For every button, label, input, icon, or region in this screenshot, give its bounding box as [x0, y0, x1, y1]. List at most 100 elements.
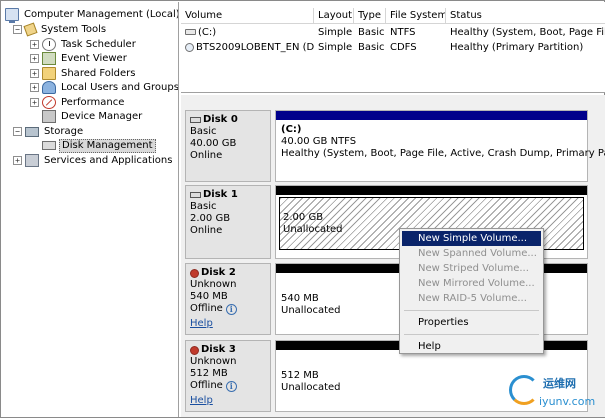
tree-item-label: Task Scheduler	[61, 39, 136, 50]
disk-2-help-link[interactable]: Help	[190, 318, 213, 329]
tree-item-label: System Tools	[41, 24, 107, 35]
tree-item-local-users[interactable]: + Local Users and Groups	[30, 80, 179, 95]
computer-icon	[5, 8, 19, 23]
disk-0-label[interactable]: Disk 0 Basic 40.00 GB Online	[185, 110, 271, 182]
disk-3-label[interactable]: Disk 3 Unknown 512 MB Offline i Help	[185, 340, 271, 412]
menu-item-help[interactable]: Help	[402, 339, 541, 354]
partition-status: Healthy (System, Boot, Page File, Active…	[281, 148, 605, 159]
watermark-logo-icon	[509, 375, 539, 405]
tree-item-label: Services and Applications	[44, 155, 173, 166]
tree-item-label: Local Users and Groups	[61, 82, 179, 93]
tree-item-label: Storage	[44, 126, 84, 137]
tree-item-event-viewer[interactable]: + Event Viewer	[30, 51, 129, 66]
volume-file-system: CDFS	[390, 42, 417, 53]
context-menu: New Simple Volume... New Spanned Volume.…	[399, 228, 544, 354]
device-manager-icon	[42, 110, 56, 123]
folder-icon	[42, 67, 56, 80]
menu-separator	[404, 334, 539, 335]
watermark-text: 运维网	[543, 377, 576, 390]
disk-size: 2.00 GB	[190, 213, 231, 224]
menu-item-properties[interactable]: Properties	[402, 315, 541, 330]
services-icon	[25, 154, 39, 167]
disk-icon	[190, 192, 201, 198]
tree-item-storage[interactable]: − Storage	[13, 124, 85, 139]
offline-disk-icon	[190, 345, 199, 355]
users-icon	[42, 81, 56, 94]
menu-item-new-spanned-volume[interactable]: New Spanned Volume...	[402, 246, 541, 261]
tree-item-shared-folders[interactable]: + Shared Folders	[30, 66, 138, 81]
expand-icon[interactable]: +	[30, 83, 39, 92]
info-icon[interactable]: i	[225, 380, 237, 392]
tree-item-label: Device Manager	[61, 111, 143, 122]
disk-name: Disk 1	[203, 189, 238, 200]
tree-item-label: Event Viewer	[61, 53, 127, 64]
menu-item-new-raid5-volume[interactable]: New RAID-5 Volume...	[402, 291, 541, 306]
menu-item-new-mirrored-volume[interactable]: New Mirrored Volume...	[402, 276, 541, 291]
tree-item-label: Disk Management	[59, 138, 156, 153]
collapse-icon[interactable]: −	[13, 25, 22, 34]
menu-item-new-striped-volume[interactable]: New Striped Volume...	[402, 261, 541, 276]
tree-item-label: Computer Management (Local)	[24, 9, 179, 20]
tree-item-computer-management[interactable]: Computer Management (Local)	[5, 7, 179, 23]
disk-2-label[interactable]: Disk 2 Unknown 540 MB Offline i Help	[185, 263, 271, 335]
expand-icon[interactable]: +	[30, 69, 39, 78]
partition-size: 2.00 GB	[283, 212, 324, 223]
primary-partition-bar	[276, 111, 587, 120]
disk-status: Offline	[190, 380, 223, 391]
column-header-volume[interactable]: Volume	[181, 8, 314, 24]
partition-title: (C:)	[281, 124, 302, 135]
volume-name: BTS2009LOBENT_EN (D:)	[196, 42, 314, 53]
cd-drive-icon	[185, 42, 194, 52]
expand-icon[interactable]: +	[13, 156, 22, 165]
disk-0-partition-c[interactable]: (C:) 40.00 GB NTFS Healthy (System, Boot…	[275, 110, 605, 182]
column-header-layout[interactable]: Layout	[314, 8, 354, 24]
disk-name: Disk 2	[201, 267, 236, 278]
disk-type: Basic	[190, 126, 217, 137]
disk-1-label[interactable]: Disk 1 Basic 2.00 GB Online	[185, 185, 271, 259]
column-header-type[interactable]: Type	[354, 8, 386, 24]
tree-item-services-applications[interactable]: + Services and Applications	[13, 153, 174, 168]
menu-item-new-simple-volume[interactable]: New Simple Volume...	[402, 231, 541, 246]
unallocated-bar	[276, 186, 587, 195]
disk-size: 512 MB	[190, 368, 228, 379]
tree-item-label: Performance	[61, 97, 125, 108]
tree-item-device-manager[interactable]: Device Manager	[30, 109, 144, 124]
expand-icon[interactable]: +	[30, 98, 39, 107]
tree-item-disk-management[interactable]: Disk Management	[30, 138, 156, 153]
performance-icon	[42, 96, 56, 109]
window-frame: Computer Management (Local) − System Too…	[0, 0, 605, 418]
expand-icon[interactable]: +	[30, 54, 39, 63]
volume-type: Basic	[358, 27, 385, 38]
disk-type: Unknown	[190, 356, 237, 367]
disk-size: 40.00 GB	[190, 138, 237, 149]
disk-size: 540 MB	[190, 291, 228, 302]
expand-icon[interactable]: +	[30, 40, 39, 49]
info-icon[interactable]: i	[225, 303, 237, 315]
tree-item-task-scheduler[interactable]: + Task Scheduler	[30, 37, 138, 52]
tools-icon	[23, 22, 38, 37]
column-header-status[interactable]: Status	[446, 8, 605, 24]
volume-file-system: NTFS	[390, 27, 416, 38]
disk-management-icon	[42, 141, 56, 150]
disk-type: Basic	[190, 201, 217, 212]
volume-row[interactable]: (C:) Simple Basic NTFS Healthy (System, …	[181, 25, 605, 40]
tree-item-performance[interactable]: + Performance	[30, 95, 126, 110]
watermark-url: iyunv.com	[539, 395, 596, 408]
volume-name: (C:)	[198, 27, 217, 38]
storage-icon	[25, 126, 39, 137]
tree-item-system-tools[interactable]: − System Tools	[13, 22, 108, 37]
disk-status: Online	[190, 225, 223, 236]
partition-size: 40.00 GB NTFS	[281, 136, 357, 147]
clock-icon	[42, 38, 56, 51]
menu-separator	[404, 310, 539, 311]
collapse-icon[interactable]: −	[13, 127, 22, 136]
console-tree: Computer Management (Local) − System Too…	[2, 2, 179, 417]
volume-type: Basic	[358, 42, 385, 53]
volume-list: Volume Layout Type File System Status (C…	[181, 2, 605, 93]
volume-row[interactable]: BTS2009LOBENT_EN (D:) Simple Basic CDFS …	[181, 40, 605, 55]
disk-name: Disk 3	[201, 344, 236, 355]
disk-type: Unknown	[190, 279, 237, 290]
disk-3-help-link[interactable]: Help	[190, 395, 213, 406]
column-header-file-system[interactable]: File System	[386, 8, 446, 24]
volume-status: Healthy (Primary Partition)	[450, 42, 584, 53]
